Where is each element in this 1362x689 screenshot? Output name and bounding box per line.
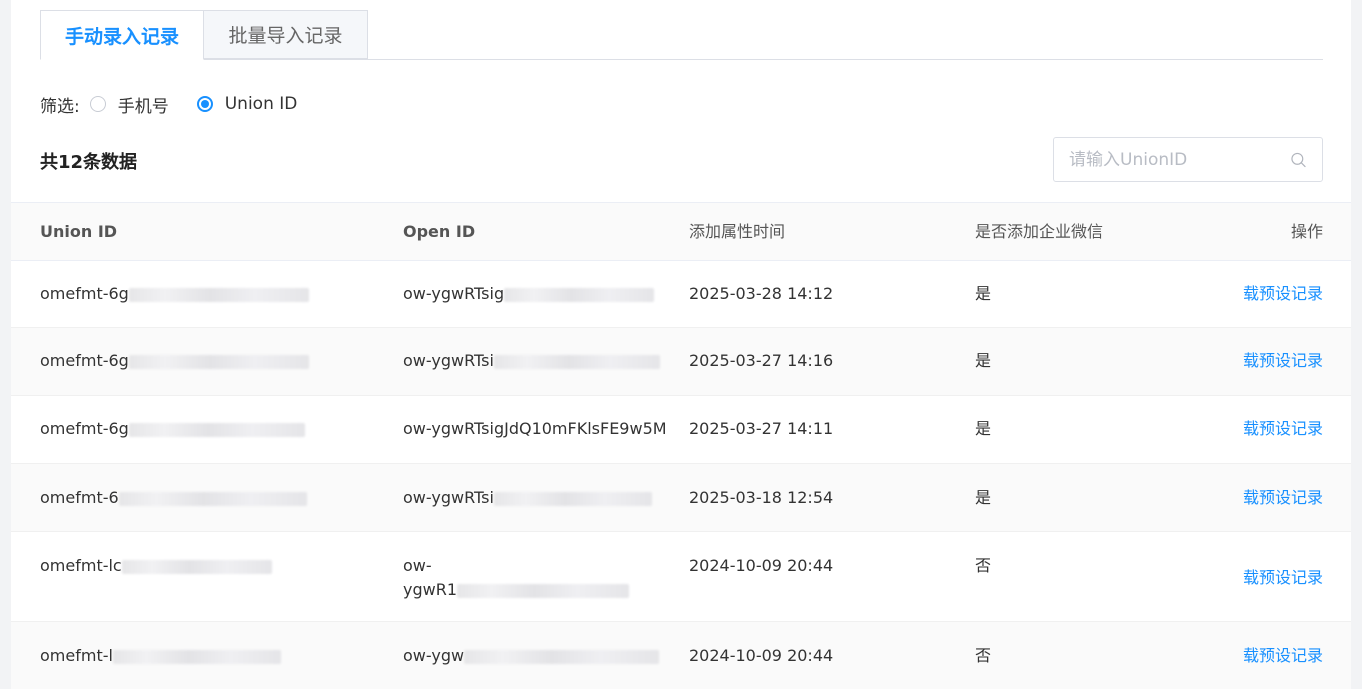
wecom-cell: 否 bbox=[975, 556, 992, 575]
record-tabs: 手动录入记录 批量导入记录 bbox=[40, 10, 1323, 60]
radio-dot-union-id[interactable] bbox=[196, 96, 213, 112]
open-id-text: ow- bbox=[403, 556, 432, 575]
time-cell: 2025-03-27 14:11 bbox=[689, 419, 834, 438]
wecom-cell: 是 bbox=[975, 284, 992, 303]
radio-phone[interactable]: 手机号 bbox=[89, 92, 169, 117]
tab-batch-import-records[interactable]: 批量导入记录 bbox=[203, 10, 368, 59]
radio-union-id[interactable]: Union ID bbox=[196, 94, 298, 114]
table-row: omefmt-6g ow-ygwRTsig 2025-03-28 14:12 是… bbox=[11, 261, 1351, 328]
table-row: omefmt-6 ow-ygwRTsi 2025-03-18 12:54 是 载… bbox=[11, 464, 1351, 532]
masked-value bbox=[457, 583, 630, 598]
time-cell: 2024-10-09 20:44 bbox=[689, 646, 834, 665]
page: 手动录入记录 批量导入记录 筛选: 手机号 Union ID 共12条数据 Un… bbox=[11, 0, 1351, 689]
load-preset-record-link[interactable]: 载预设记录 bbox=[1243, 566, 1323, 590]
union-id-text: omefmt-6g bbox=[40, 351, 129, 370]
masked-value bbox=[128, 287, 309, 302]
search-input[interactable] bbox=[1054, 137, 1290, 182]
masked-value bbox=[128, 422, 305, 437]
open-id-cell: ow-ygw bbox=[403, 644, 660, 668]
open-id-text: ow-ygwRTsig bbox=[403, 284, 505, 303]
table-row: omefmt-lc ow- ygwR1 2024-10-09 20:44 否 载… bbox=[11, 532, 1351, 622]
masked-value bbox=[112, 649, 281, 664]
radio-label-union-id: Union ID bbox=[224, 94, 298, 114]
time-cell: 2025-03-27 14:16 bbox=[689, 351, 834, 370]
tabs-divider bbox=[40, 59, 1323, 60]
filter-label: 筛选: bbox=[40, 96, 80, 117]
open-id-cell: ow-ygwRTsi bbox=[403, 486, 652, 510]
table-header: Union ID Open ID 添加属性时间 是否添加企业微信 操作 bbox=[11, 202, 1351, 261]
radio-label-phone: 手机号 bbox=[117, 96, 169, 117]
union-id-cell: omefmt-6g bbox=[40, 349, 309, 373]
union-id-text: omefmt-6 bbox=[40, 488, 119, 507]
load-preset-record-link[interactable]: 载预设记录 bbox=[1243, 282, 1323, 306]
load-preset-record-link[interactable]: 载预设记录 bbox=[1243, 486, 1323, 510]
header-action: 操作 bbox=[1290, 222, 1323, 241]
radio-dot-phone[interactable] bbox=[89, 96, 106, 112]
record-count: 共12条数据 bbox=[40, 152, 138, 173]
union-id-text: omefmt-6g bbox=[40, 419, 129, 438]
open-id-text: ow-ygw bbox=[403, 646, 465, 665]
union-id-cell: omefmt-lc bbox=[40, 554, 272, 578]
open-id-text: ygwR1 bbox=[403, 580, 458, 599]
wecom-cell: 是 bbox=[975, 488, 992, 507]
masked-value bbox=[118, 491, 307, 506]
filter-bar: 筛选: 手机号 Union ID bbox=[40, 92, 325, 117]
header-time: 添加属性时间 bbox=[689, 222, 786, 241]
open-id-text: ow-ygwRTsi bbox=[403, 488, 494, 507]
open-id-cell: ow-ygwRTsig bbox=[403, 282, 655, 306]
union-id-cell: omefmt-6g bbox=[40, 282, 309, 306]
search-icon[interactable] bbox=[1290, 149, 1307, 171]
union-id-cell: omefmt-6g bbox=[40, 417, 305, 441]
header-wecom: 是否添加企业微信 bbox=[975, 222, 1104, 241]
masked-value bbox=[493, 491, 652, 506]
load-preset-record-link[interactable]: 载预设记录 bbox=[1243, 417, 1323, 441]
time-cell: 2025-03-28 14:12 bbox=[689, 284, 834, 303]
union-id-text: omefmt-l bbox=[40, 646, 113, 665]
table-row: omefmt-l ow-ygw 2024-10-09 20:44 否 载预设记录 bbox=[11, 622, 1351, 689]
open-id-cell: ow- ygwR1 bbox=[403, 554, 630, 602]
open-id-text: ow-ygwRTsi bbox=[403, 351, 494, 370]
search-box[interactable] bbox=[1053, 137, 1323, 182]
wecom-cell: 是 bbox=[975, 419, 992, 438]
masked-value bbox=[128, 354, 309, 369]
header-open-id: Open ID bbox=[403, 222, 476, 241]
wecom-cell: 否 bbox=[975, 646, 992, 665]
union-id-text: omefmt-lc bbox=[40, 556, 122, 575]
time-cell: 2024-10-09 20:44 bbox=[689, 556, 834, 575]
open-id-cell: ow-ygwRTsi bbox=[403, 349, 660, 373]
records-table: Union ID Open ID 添加属性时间 是否添加企业微信 操作 omef… bbox=[11, 202, 1351, 689]
masked-value bbox=[464, 649, 660, 664]
load-preset-record-link[interactable]: 载预设记录 bbox=[1243, 644, 1323, 668]
union-id-cell: omefmt-l bbox=[40, 644, 281, 668]
tab-manual-records[interactable]: 手动录入记录 bbox=[40, 10, 204, 60]
wecom-cell: 是 bbox=[975, 351, 992, 370]
union-id-cell: omefmt-6 bbox=[40, 486, 307, 510]
load-preset-record-link[interactable]: 载预设记录 bbox=[1243, 349, 1323, 373]
table-row: omefmt-6g ow-ygwRTsi 2025-03-27 14:16 是 … bbox=[11, 328, 1351, 396]
union-id-text: omefmt-6g bbox=[40, 284, 129, 303]
masked-value bbox=[504, 287, 655, 302]
masked-value bbox=[493, 354, 660, 369]
table-row: omefmt-6g ow-ygwRTsigJdQ10mFKlsFE9w5M 20… bbox=[11, 396, 1351, 464]
time-cell: 2025-03-18 12:54 bbox=[689, 488, 834, 507]
open-id-cell: ow-ygwRTsigJdQ10mFKlsFE9w5M bbox=[403, 419, 667, 438]
header-union-id: Union ID bbox=[40, 222, 118, 241]
masked-value bbox=[121, 559, 272, 574]
